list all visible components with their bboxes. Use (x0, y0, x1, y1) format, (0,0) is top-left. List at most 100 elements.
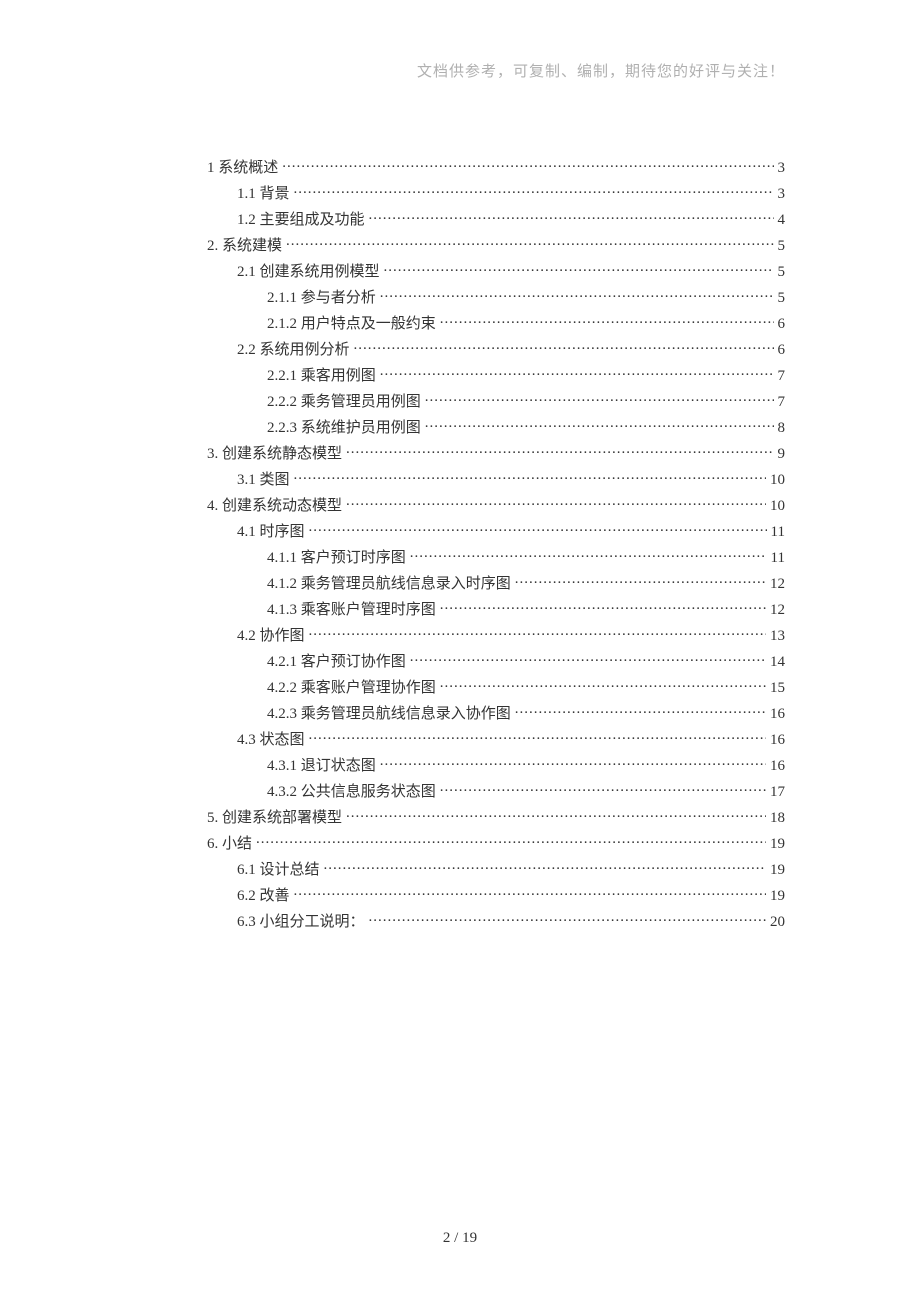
toc-entry-page: 7 (778, 368, 786, 385)
toc-entry-page: 19 (770, 862, 785, 879)
toc-leader-dots (440, 599, 766, 614)
toc-leader-dots (309, 521, 767, 536)
toc-leader-dots (425, 391, 774, 406)
toc-entry-title: 6. 小结 (207, 832, 252, 853)
toc-leader-dots (425, 417, 774, 432)
toc-entry-page: 5 (778, 290, 786, 307)
toc-leader-dots (294, 469, 766, 484)
toc-entry-page: 14 (770, 654, 785, 671)
toc-entry-title: 1 系统概述 (207, 156, 278, 177)
toc-entry: 4.2.3 乘务管理员航线信息录入协作图 16 (207, 702, 785, 723)
toc-leader-dots (369, 911, 766, 926)
toc-entry: 4.2 协作图13 (207, 624, 785, 645)
toc-entry-title: 6.3 小组分工说明： (237, 910, 365, 931)
toc-leader-dots (282, 157, 773, 172)
toc-entry-title: 2.2 系统用例分析 (237, 338, 350, 359)
toc-entry: 4.1.1 客户预订时序图 11 (207, 546, 785, 567)
toc-entry-title: 4.3.2 公共信息服务状态图 (267, 780, 436, 801)
toc-entry-page: 3 (778, 160, 786, 177)
toc-entry-title: 3. 创建系统静态模型 (207, 442, 342, 463)
toc-entry-title: 4.2.2 乘客账户管理协作图 (267, 676, 436, 697)
toc-entry-page: 10 (770, 472, 785, 489)
toc-entry-title: 4.1 时序图 (237, 520, 305, 541)
toc-entry-title: 4.2 协作图 (237, 624, 305, 645)
toc-entry-page: 20 (770, 914, 785, 931)
toc-leader-dots (346, 495, 766, 510)
toc-entry-page: 4 (778, 212, 786, 229)
toc-entry-page: 15 (770, 680, 785, 697)
toc-entry-page: 19 (770, 836, 785, 853)
toc-entry-page: 16 (770, 758, 785, 775)
toc-entry-title: 2.2.1 乘客用例图 (267, 364, 376, 385)
toc-entry: 6.1 设计总结 19 (207, 858, 785, 879)
toc-entry-page: 12 (770, 602, 785, 619)
toc-entry-title: 4.1.2 乘务管理员航线信息录入时序图 (267, 572, 511, 593)
toc-entry: 2.2.1 乘客用例图 7 (207, 364, 785, 385)
toc-entry-title: 2.1 创建系统用例模型 (237, 260, 380, 281)
toc-entry: 2.2.3 系统维护员用例图 8 (207, 416, 785, 437)
toc-entry-page: 8 (778, 420, 786, 437)
toc-entry-title: 4.3 状态图 (237, 728, 305, 749)
toc-entry-page: 7 (778, 394, 786, 411)
toc-entry-title: 4.1.3 乘客账户管理时序图 (267, 598, 436, 619)
toc-entry-page: 10 (770, 498, 785, 515)
toc-leader-dots (294, 183, 774, 198)
toc-entry-title: 4.2.1 客户预订协作图 (267, 650, 406, 671)
toc-leader-dots (515, 703, 766, 718)
toc-entry-page: 19 (770, 888, 785, 905)
toc-entry: 3.1 类图 10 (207, 468, 785, 489)
toc-leader-dots (440, 677, 766, 692)
toc-entry-title: 3.1 类图 (237, 468, 290, 489)
toc-entry: 4.3.2 公共信息服务状态图17 (207, 780, 785, 801)
toc-entry: 2. 系统建模 5 (207, 234, 785, 255)
toc-entry-page: 12 (770, 576, 785, 593)
toc-entry: 6. 小结 19 (207, 832, 785, 853)
toc-leader-dots (380, 287, 774, 302)
toc-entry: 1.2 主要组成及功能 4 (207, 208, 785, 229)
toc-leader-dots (354, 339, 774, 354)
toc-entry: 2.2.2 乘务管理员用例图 7 (207, 390, 785, 411)
toc-entry-title: 1.1 背景 (237, 182, 290, 203)
toc-entry-title: 1.2 主要组成及功能 (237, 208, 365, 229)
document-page: 文档供参考，可复制、编制，期待您的好评与关注！ 1 系统概述31.1 背景31.… (0, 0, 920, 1302)
toc-leader-dots (440, 313, 774, 328)
toc-leader-dots (410, 651, 766, 666)
toc-entry-title: 4.3.1 退订状态图 (267, 754, 376, 775)
page-number: 2 / 19 (0, 1230, 920, 1247)
toc-leader-dots (346, 807, 766, 822)
toc-entry: 2.1.1 参与者分析5 (207, 286, 785, 307)
toc-entry: 2.2 系统用例分析6 (207, 338, 785, 359)
toc-entry-title: 5. 创建系统部署模型 (207, 806, 342, 827)
toc-entry-title: 4.1.1 客户预订时序图 (267, 546, 406, 567)
toc-entry-title: 2.2.3 系统维护员用例图 (267, 416, 421, 437)
toc-leader-dots (309, 625, 766, 640)
toc-entry-page: 18 (770, 810, 785, 827)
toc-entry: 5. 创建系统部署模型 18 (207, 806, 785, 827)
toc-entry: 4.1.3 乘客账户管理时序图 12 (207, 598, 785, 619)
toc-entry-title: 4. 创建系统动态模型 (207, 494, 342, 515)
toc-entry-title: 2.2.2 乘务管理员用例图 (267, 390, 421, 411)
toc-entry-title: 2.1.2 用户特点及一般约束 (267, 312, 436, 333)
toc-leader-dots (369, 209, 774, 224)
toc-leader-dots (440, 781, 766, 796)
toc-leader-dots (286, 235, 773, 250)
toc-entry: 4. 创建系统动态模型 10 (207, 494, 785, 515)
toc-entry-page: 16 (770, 706, 785, 723)
toc-leader-dots (515, 573, 766, 588)
toc-entry: 3. 创建系统静态模型 9 (207, 442, 785, 463)
toc-leader-dots (384, 261, 774, 276)
toc-entry-page: 9 (778, 446, 786, 463)
table-of-contents: 1 系统概述 3 1.1 背景 3 1.2 主要组成及功能 4 2. 系统建模 5 2.1 创建… (135, 156, 785, 931)
toc-leader-dots (294, 885, 766, 900)
toc-entry: 4.3 状态图 16 (207, 728, 785, 749)
toc-entry-title: 4.2.3 乘务管理员航线信息录入协作图 (267, 702, 511, 723)
toc-entry-title: 2. 系统建模 (207, 234, 282, 255)
toc-leader-dots (380, 365, 774, 380)
toc-entry-title: 6.1 设计总结 (237, 858, 320, 879)
toc-entry: 1 系统概述 3 (207, 156, 785, 177)
toc-entry-page: 3 (778, 186, 786, 203)
toc-entry-page: 16 (770, 732, 785, 749)
toc-entry: 4.2.2 乘客账户管理协作图 15 (207, 676, 785, 697)
toc-entry-page: 11 (771, 550, 785, 567)
toc-entry-page: 5 (778, 238, 786, 255)
